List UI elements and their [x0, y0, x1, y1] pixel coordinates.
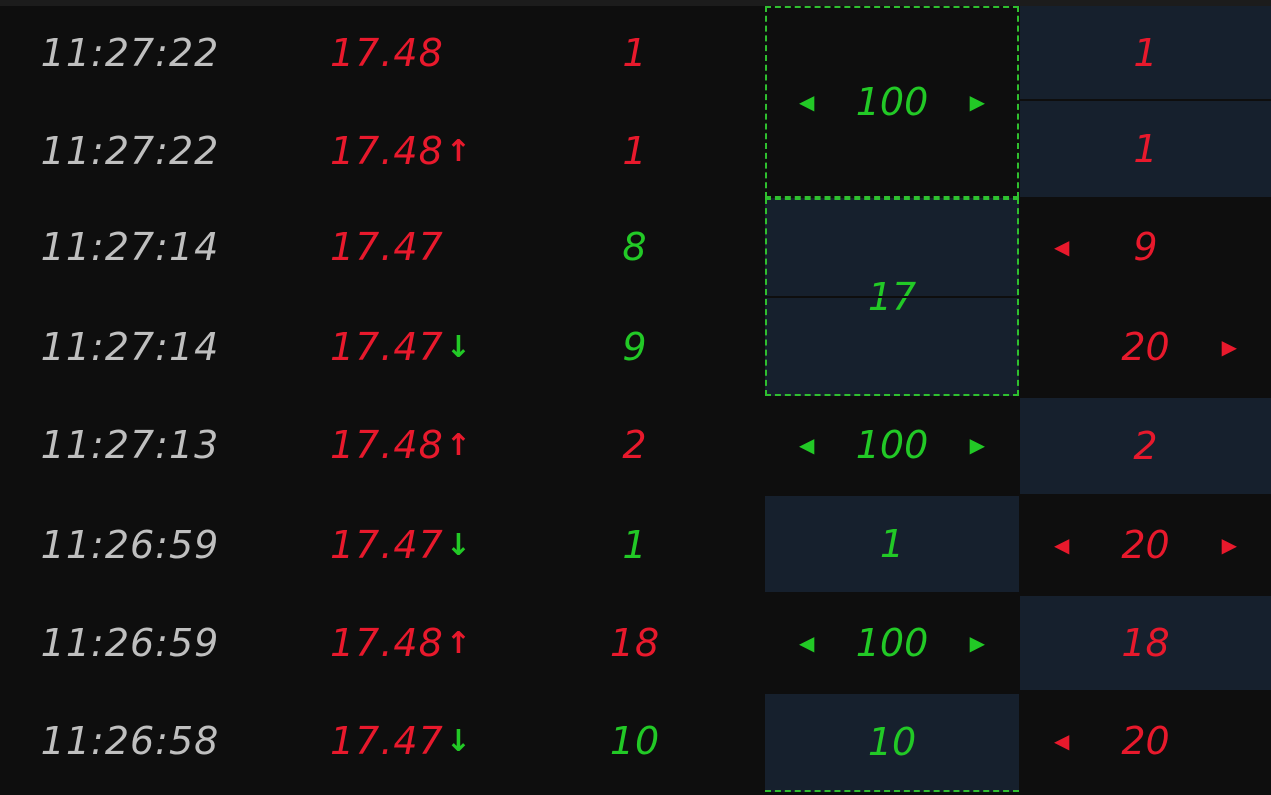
- trade-time: 11:27:13: [40, 423, 220, 467]
- row-divider: [765, 296, 1019, 298]
- sell-order-volume: 1: [1133, 30, 1158, 75]
- trade-time: 11:26:59: [40, 523, 220, 567]
- trade-time: 11:27:14: [40, 225, 220, 269]
- sell-order-volume: 18: [1121, 621, 1170, 665]
- trade-volume: 2: [622, 423, 648, 467]
- trade-price: 17.48 ↑: [330, 594, 490, 692]
- up-arrow-icon: ↑: [445, 133, 472, 169]
- sell-order-cell[interactable]: 18: [1020, 596, 1271, 690]
- right-triangle-icon: ▶: [969, 631, 985, 655]
- sell-order-volume: 9: [1133, 225, 1158, 269]
- trade-price: 17.47: [330, 198, 490, 296]
- trade-time: 11:27:14: [40, 325, 220, 369]
- buy-order-cell[interactable]: ◀ 100 ▶: [765, 594, 1019, 692]
- sell-order-cell[interactable]: 1: [1020, 101, 1271, 197]
- down-arrow-icon: ↓: [445, 723, 472, 759]
- left-triangle-icon: ◀: [1054, 533, 1070, 557]
- left-triangle-icon: ◀: [799, 90, 815, 114]
- trade-volume: 18: [609, 621, 661, 665]
- trade-price: 17.48: [330, 4, 490, 102]
- left-triangle-icon: ◀: [1054, 235, 1070, 259]
- price-value: 17.47: [330, 523, 444, 567]
- sell-order-volume: 20: [1121, 325, 1170, 369]
- trade-time: 11:26:58: [40, 719, 220, 763]
- left-triangle-icon: ◀: [799, 433, 815, 457]
- right-triangle-icon: ▶: [1221, 335, 1237, 359]
- trade-volume: 1: [622, 31, 648, 75]
- trade-volume: 8: [622, 225, 648, 269]
- price-value: 17.48: [330, 31, 444, 75]
- trade-volume: 1: [622, 129, 648, 173]
- trade-volume: 9: [622, 325, 648, 369]
- right-triangle-icon: ▶: [1221, 533, 1237, 557]
- sell-order-cell[interactable]: ◀ 9: [1020, 198, 1271, 296]
- down-arrow-icon: ↓: [445, 329, 472, 365]
- sell-order-cell[interactable]: 20 ▶: [1020, 298, 1271, 396]
- trade-price: 17.47 ↓: [330, 496, 490, 594]
- price-value: 17.47: [330, 719, 444, 763]
- trade-volume: 1: [622, 523, 648, 567]
- trade-time: 11:26:59: [40, 621, 220, 665]
- price-value: 17.48: [330, 621, 444, 665]
- down-arrow-icon: ↓: [445, 527, 472, 563]
- trade-price: 17.48 ↑: [330, 396, 490, 494]
- buy-order-volume: 10: [867, 720, 917, 764]
- sell-order-volume: 20: [1121, 523, 1170, 567]
- left-triangle-icon: ◀: [1054, 729, 1070, 753]
- buy-order-block[interactable]: ◀ 100 ▶: [765, 6, 1019, 198]
- buy-order-volume: 100: [855, 423, 929, 467]
- sell-order-volume: 20: [1121, 719, 1170, 763]
- sell-order-volume: 1: [1133, 127, 1158, 171]
- price-value: 17.47: [330, 225, 444, 269]
- buy-order-cell[interactable]: 1: [765, 496, 1019, 592]
- up-arrow-icon: ↑: [445, 625, 472, 661]
- buy-order-volume: 1: [879, 522, 905, 566]
- sell-order-cell[interactable]: ◀ 20 ▶: [1020, 496, 1271, 594]
- trade-price: 17.47 ↓: [330, 298, 490, 396]
- trade-volume: 10: [609, 719, 661, 763]
- buy-order-volume: 100: [855, 80, 929, 124]
- buy-order-cell[interactable]: 10: [765, 694, 1019, 792]
- buy-order-cell[interactable]: ◀ 100 ▶: [765, 396, 1019, 494]
- buy-order-volume: 100: [855, 621, 929, 665]
- price-value: 17.48: [330, 129, 444, 173]
- trade-time: 11:27:22: [40, 31, 220, 75]
- right-triangle-icon: ▶: [969, 433, 985, 457]
- sell-order-cell[interactable]: 2: [1020, 398, 1271, 494]
- trade-price: 17.47 ↓: [330, 692, 490, 790]
- trade-price: 17.48 ↑: [330, 102, 490, 200]
- left-triangle-icon: ◀: [799, 631, 815, 655]
- sell-order-cell[interactable]: 1: [1020, 6, 1271, 99]
- right-triangle-icon: ▶: [969, 90, 985, 114]
- price-value: 17.47: [330, 325, 444, 369]
- up-arrow-icon: ↑: [445, 427, 472, 463]
- sell-order-cell[interactable]: ◀ 20: [1020, 692, 1271, 790]
- sell-order-volume: 2: [1133, 424, 1158, 468]
- price-value: 17.48: [330, 423, 444, 467]
- trade-time: 11:27:22: [40, 129, 220, 173]
